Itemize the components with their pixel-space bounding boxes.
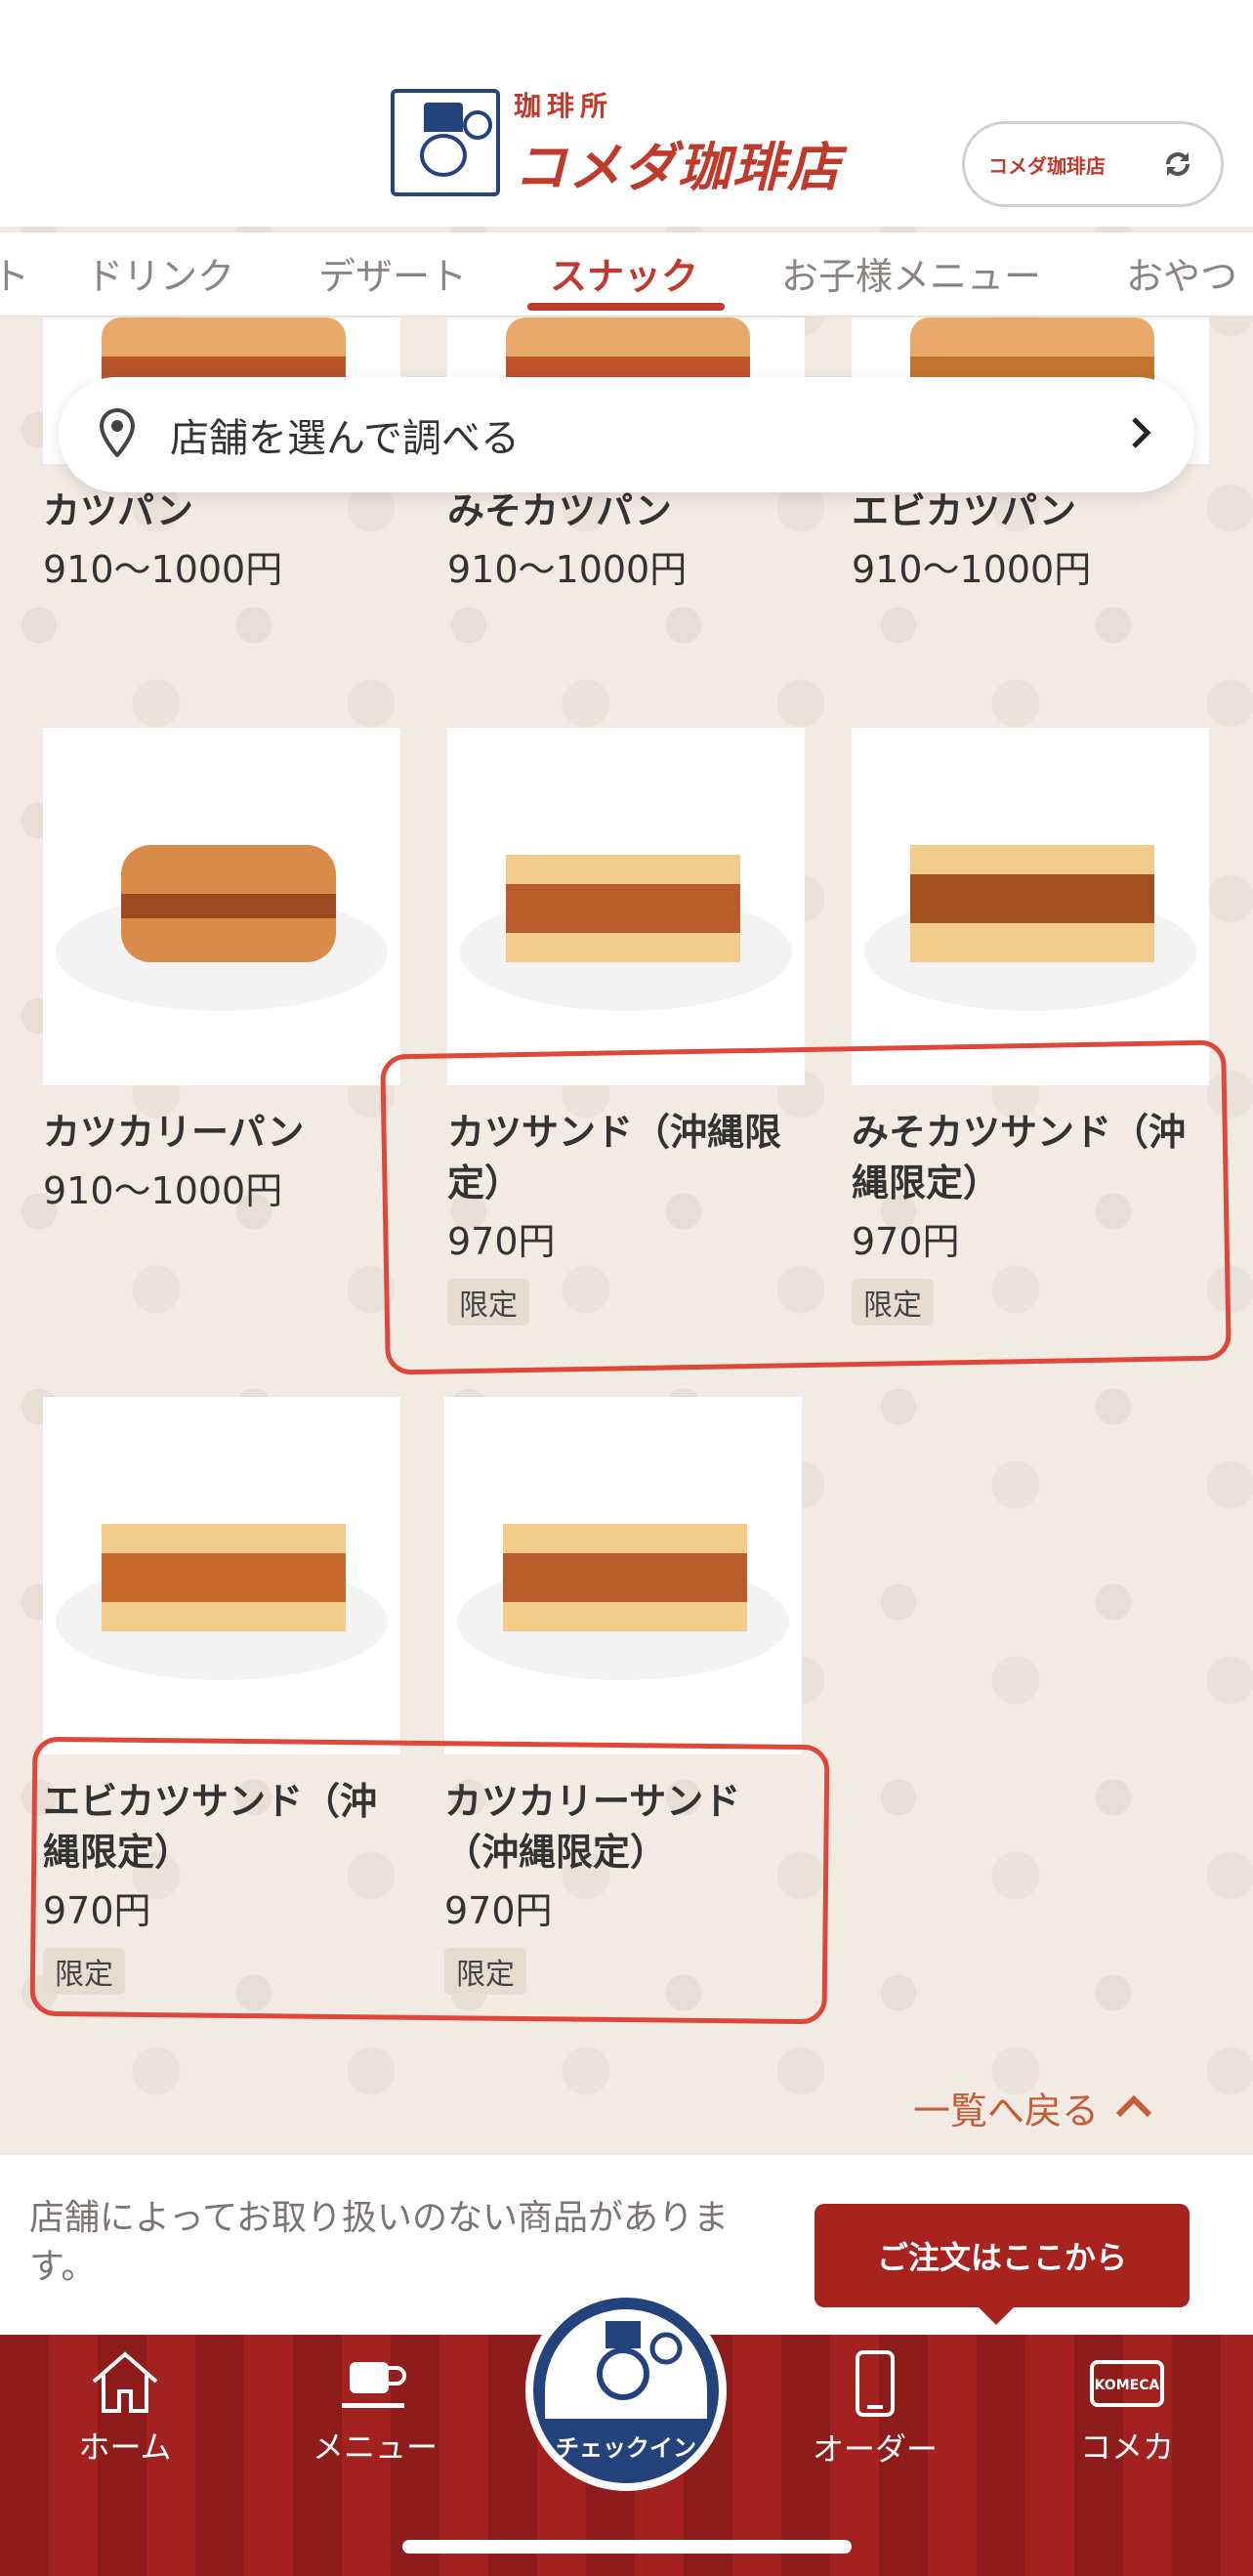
product-name: カツパン — [43, 489, 193, 532]
brand-subtitle: 珈琲所 — [514, 89, 614, 122]
product-price: 910〜1000円 — [43, 548, 283, 591]
chevron-up-icon — [1114, 2087, 1153, 2130]
nav-home-label: ホーム — [78, 2428, 172, 2466]
category-tabs: ト ドリンク デザート スナック お子様メニュー おやつ — [0, 232, 1253, 317]
annotation-outline — [29, 1736, 830, 2025]
product-name: みそカツパン — [447, 489, 672, 532]
product-image — [447, 728, 805, 1085]
tab-partial[interactable]: ト — [0, 246, 29, 300]
store-search-label: 店舗を選んで調べる — [170, 416, 520, 461]
nav-komeka-label: コメカ — [1079, 2428, 1174, 2466]
product-name: カツカリーパン — [43, 1111, 305, 1154]
tab-snacks-oyatsu[interactable]: おやつ — [1126, 246, 1237, 300]
brand-name: コメダ珈琲店 — [514, 136, 842, 198]
active-tab-indicator — [527, 303, 725, 311]
chevron-right-icon — [1126, 413, 1155, 456]
product-image — [444, 1397, 802, 1754]
checkin-button[interactable]: チェックイン — [525, 2290, 727, 2491]
tab-dessert[interactable]: デザート — [318, 246, 467, 300]
product-name: エビカツパン — [852, 489, 1076, 532]
back-to-list-label: 一覧へ戻る — [913, 2090, 1100, 2133]
smartphone-icon — [787, 2348, 963, 2419]
brand-logo[interactable]: 珈琲所 コメダ珈琲店 — [391, 86, 859, 199]
product-image — [43, 728, 400, 1085]
product-image — [43, 1397, 400, 1754]
komeca-card-text: KOMECA — [1095, 2378, 1160, 2393]
product-price: 910〜1000円 — [447, 548, 688, 591]
coffee-cup-icon — [287, 2348, 463, 2417]
nav-order[interactable]: オーダー — [787, 2348, 963, 2470]
product-price: 910〜1000円 — [43, 1169, 283, 1212]
brand-mascot-icon — [391, 89, 500, 196]
nav-home[interactable]: ホーム — [37, 2348, 213, 2468]
product-price: 910〜1000円 — [852, 548, 1092, 591]
availability-notice: 店舗によってお取り扱いのない商品があります。 — [29, 2198, 730, 2287]
home-icon — [37, 2348, 213, 2417]
order-here-button[interactable]: ご注文はここから — [814, 2204, 1190, 2325]
komeca-card-icon: KOMECA — [1039, 2348, 1215, 2417]
app-header: 珈琲所 コメダ珈琲店 コメダ珈琲店 — [0, 0, 1253, 227]
product-card[interactable]: カツカリーパン 910〜1000円 — [43, 728, 400, 1218]
home-indicator — [402, 2540, 852, 2554]
store-logo: コメダ珈琲店 — [988, 153, 1106, 178]
product-image — [852, 728, 1209, 1085]
refresh-icon — [1158, 145, 1197, 184]
checkin-mascot-icon — [545, 2309, 707, 2419]
tab-drink[interactable]: ドリンク — [86, 246, 234, 300]
store-switch-button[interactable]: コメダ珈琲店 — [962, 121, 1224, 207]
nav-komeka[interactable]: KOMECA コメカ — [1039, 2348, 1215, 2468]
location-pin-icon — [98, 407, 137, 461]
tab-kids-menu[interactable]: お子様メニュー — [781, 246, 1041, 300]
tab-snack[interactable]: スナック — [550, 246, 698, 300]
nav-order-label: オーダー — [812, 2430, 938, 2468]
annotation-outline — [380, 1039, 1232, 1375]
checkin-label: チェックイン — [556, 2434, 696, 2462]
nav-menu-label: メニュー — [312, 2428, 438, 2466]
back-to-list-link[interactable]: 一覧へ戻る — [913, 2081, 1153, 2134]
store-search-bar[interactable]: 店舗を選んで調べる — [59, 377, 1194, 492]
nav-menu[interactable]: メニュー — [287, 2348, 463, 2468]
